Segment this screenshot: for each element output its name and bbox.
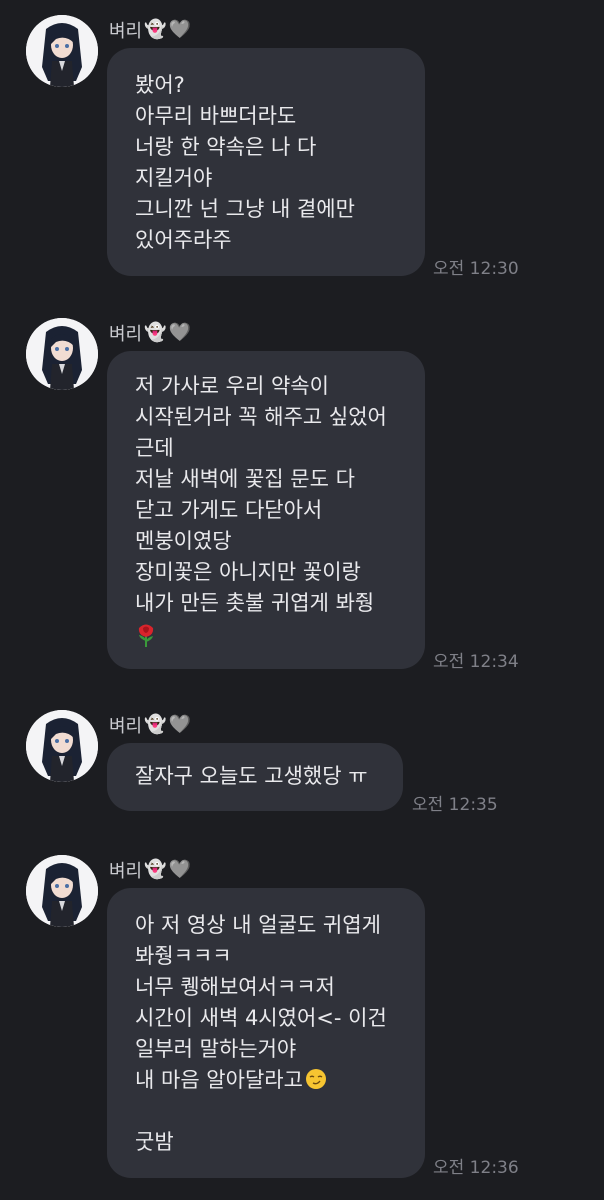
heart-icon: 🩶 (168, 859, 191, 880)
avatar[interactable] (26, 15, 98, 87)
message-line: 아 저 영상 내 얼굴도 귀엽게 (135, 913, 381, 937)
avatar-portrait-icon (26, 855, 98, 927)
heart-icon: 🩶 (168, 714, 191, 735)
message-bubble[interactable]: 봤어? 아무리 바쁘더라도 너랑 한 약속은 나 다 지킬거야 그니깐 넌 그냥… (107, 48, 425, 276)
avatar-portrait-icon (26, 318, 98, 390)
message-line: 아무리 바쁘더라도 (135, 104, 297, 128)
sender-name: 벼리 👻 🩶 (109, 857, 191, 883)
message-time: 오전 12:35 (412, 795, 498, 815)
message-line: 장미꽃은 아니지만 꽃이랑 (135, 560, 361, 584)
message-line: 시작된거라 꼭 해주고 싶었어 (135, 405, 387, 429)
message-line: 내가 만든 촛불 귀엽게 봐줭 (135, 591, 375, 615)
message-line: 멘붕이였당 (135, 529, 232, 553)
message-line: 너무 퀭해보여서ㅋㅋ저 (135, 975, 335, 999)
message-line: 굿밤 (135, 1130, 174, 1154)
message-line (135, 619, 401, 650)
message-bubble[interactable]: 잘자구 오늘도 고생했당 ㅠ (107, 743, 403, 811)
message-time: 오전 12:36 (433, 1158, 519, 1178)
message-line: 닫고 가게도 다닫아서 (135, 498, 323, 522)
message-line: 저날 새벽에 꽃집 문도 다 (135, 467, 355, 491)
avatar-portrait-icon (26, 710, 98, 782)
message-line: 봤어? (135, 73, 185, 97)
avatar[interactable] (26, 710, 98, 782)
message-line (135, 1096, 401, 1127)
message-line: 시간이 새벽 4시였어<- 이건 (135, 1006, 387, 1030)
heart-icon: 🩶 (168, 19, 191, 40)
sender-name: 벼리 👻 🩶 (109, 320, 191, 346)
message-line: 그니깐 넌 그냥 내 곁에만 (135, 197, 355, 221)
avatar-portrait-icon (26, 15, 98, 87)
ghost-icon: 👻 (144, 19, 167, 40)
sender-name: 벼리 👻 🩶 (109, 17, 191, 43)
sender-name: 벼리 👻 🩶 (109, 712, 191, 738)
message-line: 저 가사로 우리 약속이 (135, 374, 329, 398)
message-time: 오전 12:30 (433, 259, 519, 279)
message-line: 지킬거야 (135, 166, 213, 190)
heart-icon: 🩶 (168, 322, 191, 343)
sender-label: 벼리 (109, 861, 143, 882)
sender-label: 벼리 (109, 716, 143, 737)
message-line: 일부러 말하는거야 (135, 1037, 297, 1061)
message-bubble[interactable]: 아 저 영상 내 얼굴도 귀엽게 봐줭ㅋㅋㅋ 너무 퀭해보여서ㅋㅋ저 시간이 새… (107, 888, 425, 1178)
message-line: 있어주라주 (135, 228, 232, 252)
message-line: 잘자구 오늘도 고생했당 ㅠ (135, 764, 368, 788)
chat-window: 벼리 👻 🩶 봤어? 아무리 바쁘더라도 너랑 한 약속은 나 다 지킬거야 그… (0, 0, 604, 1200)
message-line: 내 마음 알아달라고 (135, 1065, 401, 1096)
message-time: 오전 12:34 (433, 652, 519, 672)
ghost-icon: 👻 (144, 322, 167, 343)
rose-icon (138, 624, 154, 647)
message-line: 봐줭ㅋㅋㅋ (135, 944, 232, 968)
message-bubble[interactable]: 저 가사로 우리 약속이 시작된거라 꼭 해주고 싶었어 근데 저날 새벽에 꽃… (107, 351, 425, 669)
smirk-icon (305, 1069, 326, 1089)
message-line: 근데 (135, 436, 174, 460)
ghost-icon: 👻 (144, 714, 167, 735)
message-line-text: 내 마음 알아달라고 (135, 1068, 303, 1092)
sender-label: 벼리 (109, 21, 143, 42)
avatar[interactable] (26, 318, 98, 390)
avatar[interactable] (26, 855, 98, 927)
message-line: 너랑 한 약속은 나 다 (135, 135, 317, 159)
ghost-icon: 👻 (144, 859, 167, 880)
sender-label: 벼리 (109, 324, 143, 345)
